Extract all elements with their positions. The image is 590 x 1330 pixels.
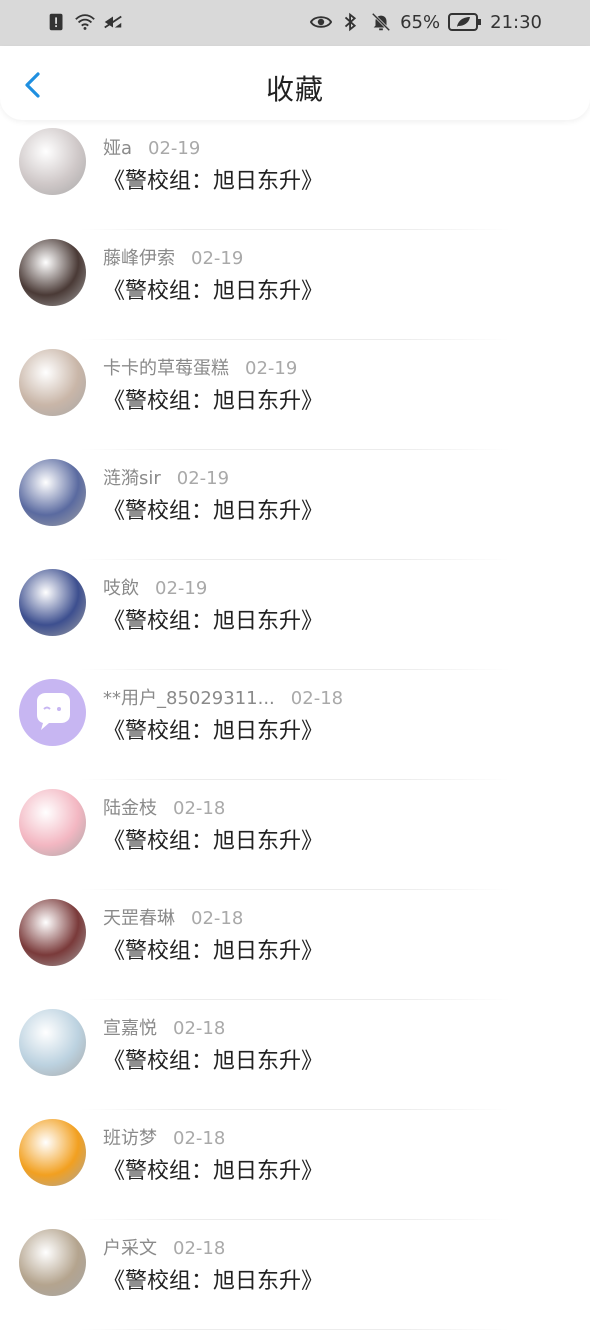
avatar[interactable] [19,349,86,416]
author-line: 户采文 02-18 [103,1234,225,1260]
author-name[interactable]: 班访梦 [103,1128,157,1149]
author-line: 班访梦 02-18 [103,1124,225,1150]
list-item[interactable]: 吱飲 02-19 《警校组：旭日东升》 [0,560,590,670]
list-item[interactable]: 班访梦 02-18 《警校组：旭日东升》 [0,1110,590,1220]
date-label: 02-18 [173,1018,226,1039]
alert-icon [46,11,68,33]
signal-icon [102,11,124,33]
author-name[interactable]: **用户_85029311... [103,688,275,709]
book-title[interactable]: 《警校组：旭日东升》 [103,1153,323,1185]
clock: 21:30 [490,11,542,33]
book-title[interactable]: 《警校组：旭日东升》 [103,163,323,195]
author-line: 吱飲 02-19 [103,574,207,600]
book-title[interactable]: 《警校组：旭日东升》 [103,823,323,855]
date-label: 02-18 [173,1128,226,1149]
author-line: 藤峰伊索 02-19 [103,244,243,270]
app-header: 收藏 [0,46,590,120]
wifi-icon [74,11,96,33]
author-line: **用户_85029311... 02-18 [103,684,343,710]
book-title[interactable]: 《警校组：旭日东升》 [103,933,323,965]
battery-icon [448,11,482,33]
list-item[interactable]: 户采文 02-18 《警校组：旭日东升》 [0,1220,590,1330]
favorites-list: 娅a 02-19 《警校组：旭日东升》 藤峰伊索 02-19 《警校组：旭日东升》 卡卡的草… [0,120,590,1330]
list-item[interactable]: 宣嘉悦 02-18 《警校组：旭日东升》 [0,1000,590,1110]
date-label: 02-19 [148,138,201,159]
author-name[interactable]: 藤峰伊索 [103,248,175,269]
avatar[interactable] [19,899,86,966]
status-bar: 65% 21:30 [0,0,590,46]
list-item[interactable]: 陆金枝 02-18 《警校组：旭日东升》 [0,780,590,890]
author-name[interactable]: 娅a [103,138,132,159]
date-label: 02-18 [290,688,344,709]
date-label: 02-18 [173,798,226,819]
avatar[interactable] [19,569,86,636]
avatar[interactable] [19,128,86,195]
date-label: 02-18 [173,1238,226,1259]
eye-icon [310,11,333,33]
book-title[interactable]: 《警校组：旭日东升》 [103,713,323,745]
book-title[interactable]: 《警校组：旭日东升》 [103,273,323,305]
author-line: 天罡春琳 02-18 [103,904,243,930]
page-title: 收藏 [265,73,324,106]
battery-percent: 65% [400,11,441,33]
book-title[interactable]: 《警校组：旭日东升》 [103,603,323,635]
list-item[interactable]: **用户_85029311... 02-18 《警校组：旭日东升》 [0,670,590,780]
author-line: 娅a 02-19 [103,134,200,160]
mute-icon [370,11,392,33]
author-name[interactable]: 宣嘉悦 [103,1018,157,1039]
avatar[interactable] [19,1229,86,1296]
date-label: 02-19 [191,248,244,269]
avatar[interactable] [19,679,86,746]
list-item[interactable]: 天罡春琳 02-18 《警校组：旭日东升》 [0,890,590,1000]
list-item[interactable]: 藤峰伊索 02-19 《警校组：旭日东升》 [0,230,590,340]
bluetooth-icon [340,11,362,33]
date-label: 02-18 [191,908,244,929]
author-name[interactable]: 涟漪sir [103,468,161,489]
author-name[interactable]: 吱飲 [103,578,139,599]
book-title[interactable]: 《警校组：旭日东升》 [103,1263,323,1295]
avatar[interactable] [19,459,86,526]
list-item[interactable]: 娅a 02-19 《警校组：旭日东升》 [0,120,590,230]
avatar[interactable] [19,789,86,856]
author-name[interactable]: 户采文 [103,1238,157,1259]
date-label: 02-19 [176,468,230,489]
date-label: 02-19 [155,578,208,599]
author-line: 涟漪sir 02-19 [103,464,229,490]
chat-bubble-icon [37,693,70,730]
list-item[interactable]: 涟漪sir 02-19 《警校组：旭日东升》 [0,450,590,560]
list-item[interactable]: 卡卡的草莓蛋糕 02-19 《警校组：旭日东升》 [0,340,590,450]
avatar[interactable] [19,1119,86,1186]
avatar[interactable] [19,239,86,306]
author-line: 宣嘉悦 02-18 [103,1014,225,1040]
author-name[interactable]: 卡卡的草莓蛋糕 [103,358,229,379]
author-name[interactable]: 陆金枝 [103,798,157,819]
author-line: 卡卡的草莓蛋糕 02-19 [103,354,297,380]
author-name[interactable]: 天罡春琳 [103,908,175,929]
book-title[interactable]: 《警校组：旭日东升》 [103,1043,323,1075]
date-label: 02-19 [245,358,298,379]
book-title[interactable]: 《警校组：旭日东升》 [103,493,323,525]
author-line: 陆金枝 02-18 [103,794,225,820]
book-title[interactable]: 《警校组：旭日东升》 [103,383,323,415]
avatar[interactable] [19,1009,86,1076]
